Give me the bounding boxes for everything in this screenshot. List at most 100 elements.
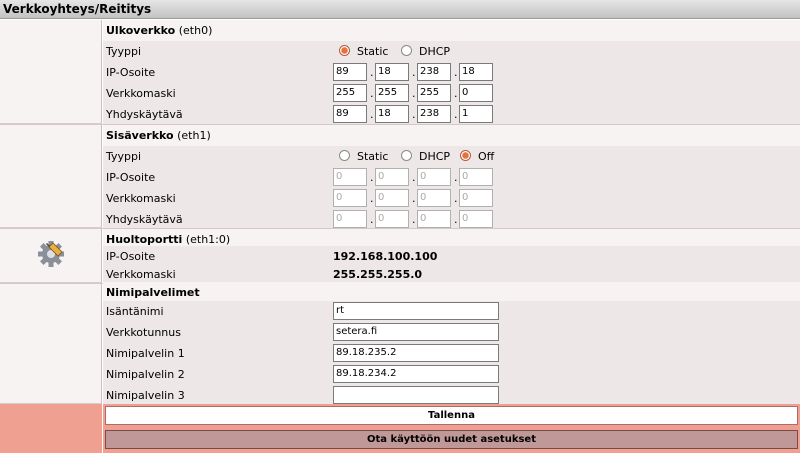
octet-separator: . <box>412 66 416 79</box>
wan-gw-octet-1[interactable]: 89 <box>333 105 367 123</box>
dns-ns1-row: Nimipalvelin 1 89.18.235.2 <box>103 343 800 364</box>
wan-type-label: Tyyppi <box>106 45 142 58</box>
service-iface: (eth1:0) <box>185 233 231 246</box>
octet-separator: . <box>454 87 458 100</box>
wan-static-radio[interactable] <box>339 45 350 56</box>
octet-separator: . <box>370 213 374 226</box>
wan-ip-octet-1[interactable]: 89 <box>333 63 367 81</box>
octet-separator: . <box>454 66 458 79</box>
lan-gw-octet-2: 0 <box>375 210 409 228</box>
lan-mask-octet-4: 0 <box>459 189 493 207</box>
nameserver-1-label: Nimipalvelin 1 <box>106 347 185 360</box>
octet-separator: . <box>454 213 458 226</box>
lan-static-label[interactable]: Static <box>357 146 388 167</box>
section-margin-lan <box>0 124 102 228</box>
octet-separator: . <box>412 213 416 226</box>
button-row-margin <box>0 404 102 428</box>
nameserver-3-input[interactable] <box>333 386 499 404</box>
wan-mask-octet-4[interactable]: 0 <box>459 84 493 102</box>
octet-separator: . <box>454 171 458 184</box>
lan-ip-row: IP-Osoite 0 . 0 . 0 . 0 <box>103 167 800 188</box>
dns-hostname-row: Isäntänimi rt <box>103 301 800 322</box>
lan-mask-octet-2: 0 <box>375 189 409 207</box>
lan-mask-octet-1: 0 <box>333 189 367 207</box>
hostname-label: Isäntänimi <box>106 305 164 318</box>
dns-title: Nimipalvelimet <box>106 286 200 299</box>
octet-separator: . <box>454 108 458 121</box>
lan-ip-label: IP-Osoite <box>106 171 156 184</box>
nameserver-2-input[interactable]: 89.18.234.2 <box>333 365 499 383</box>
lan-gw-octet-3: 0 <box>417 210 451 228</box>
dns-ns3-row: Nimipalvelin 3 <box>103 385 800 406</box>
wan-ip-octet-4[interactable]: 18 <box>459 63 493 81</box>
section-margin-wan <box>0 20 102 124</box>
lan-header: Sisäverkko (eth1) <box>103 125 800 146</box>
octet-separator: . <box>370 192 374 205</box>
nameserver-2-label: Nimipalvelin 2 <box>106 368 185 381</box>
wan-gw-row: Yhdyskäytävä 89 . 18 . 238 . 1 <box>103 104 800 125</box>
hostname-input[interactable]: rt <box>333 302 499 320</box>
lan-dhcp-label[interactable]: DHCP <box>419 146 450 167</box>
nameserver-3-label: Nimipalvelin 3 <box>106 389 185 402</box>
lan-iface: (eth1) <box>177 129 211 142</box>
lan-off-radio[interactable] <box>460 150 471 161</box>
dns-domain-row: Verkkotunnus setera.fi <box>103 322 800 343</box>
octet-separator: . <box>370 66 374 79</box>
lan-gw-octet-4: 0 <box>459 210 493 228</box>
lan-ip-octet-4: 0 <box>459 168 493 186</box>
lan-mask-row: Verkkomaski 0 . 0 . 0 . 0 <box>103 188 800 209</box>
octet-separator: . <box>412 87 416 100</box>
octet-separator: . <box>412 171 416 184</box>
wan-mask-octet-1[interactable]: 255 <box>333 84 367 102</box>
lan-mask-label: Verkkomaski <box>106 192 176 205</box>
lan-static-radio[interactable] <box>339 150 350 161</box>
wan-ip-octet-2[interactable]: 18 <box>375 63 409 81</box>
wan-dhcp-radio[interactable] <box>401 45 412 56</box>
octet-separator: . <box>412 108 416 121</box>
domain-label: Verkkotunnus <box>106 326 181 339</box>
lan-type-row: Tyyppi Static DHCP Off <box>103 146 800 167</box>
lan-dhcp-radio[interactable] <box>401 150 412 161</box>
lan-ip-octet-2: 0 <box>375 168 409 186</box>
lan-mask-octet-3: 0 <box>417 189 451 207</box>
wan-ip-label: IP-Osoite <box>106 66 156 79</box>
domain-input[interactable]: setera.fi <box>333 323 499 341</box>
wan-header: Ulkoverkko (eth0) <box>103 20 800 41</box>
apply-settings-button[interactable]: Ota käyttöön uudet asetukset <box>105 430 798 449</box>
wan-gw-label: Yhdyskäytävä <box>106 108 183 121</box>
wan-static-label[interactable]: Static <box>357 41 388 62</box>
wan-ip-octet-3[interactable]: 238 <box>417 63 451 81</box>
lan-gw-label: Yhdyskäytävä <box>106 213 183 226</box>
wan-dhcp-label[interactable]: DHCP <box>419 41 450 62</box>
octet-separator: . <box>370 108 374 121</box>
wan-mask-octet-2[interactable]: 255 <box>375 84 409 102</box>
service-title: Huoltoportti <box>106 233 183 246</box>
lan-off-label[interactable]: Off <box>478 146 494 167</box>
wan-mask-row: Verkkomaski 255 . 255 . 255 . 0 <box>103 83 800 104</box>
section-margin-dns <box>0 283 102 404</box>
lan-ip-octet-1: 0 <box>333 168 367 186</box>
dns-header: Nimipalvelimet <box>103 282 800 303</box>
wan-gw-octet-3[interactable]: 238 <box>417 105 451 123</box>
wan-gw-octet-4[interactable]: 1 <box>459 105 493 123</box>
octet-separator: . <box>370 171 374 184</box>
dns-ns2-row: Nimipalvelin 2 89.18.234.2 <box>103 364 800 385</box>
page-title: Verkkoyhteys/Reititys <box>0 0 800 19</box>
wan-title: Ulkoverkko <box>106 24 176 37</box>
lan-ip-octet-3: 0 <box>417 168 451 186</box>
wan-mask-octet-3[interactable]: 255 <box>417 84 451 102</box>
wan-ip-row: IP-Osoite 89 . 18 . 238 . 18 <box>103 62 800 83</box>
octet-separator: . <box>370 87 374 100</box>
lan-gw-row: Yhdyskäytävä 0 . 0 . 0 . 0 <box>103 209 800 230</box>
lan-gw-octet-1: 0 <box>333 210 367 228</box>
wan-type-row: Tyyppi Static DHCP <box>103 41 800 62</box>
wan-iface: (eth0) <box>178 24 213 37</box>
wan-mask-label: Verkkomaski <box>106 87 176 100</box>
save-button[interactable]: Tallenna <box>105 406 798 425</box>
nameserver-1-input[interactable]: 89.18.235.2 <box>333 344 499 362</box>
octet-separator: . <box>412 192 416 205</box>
button-row-margin <box>0 428 102 453</box>
wan-gw-octet-2[interactable]: 18 <box>375 105 409 123</box>
gear-icon <box>38 241 64 267</box>
octet-separator: . <box>454 192 458 205</box>
